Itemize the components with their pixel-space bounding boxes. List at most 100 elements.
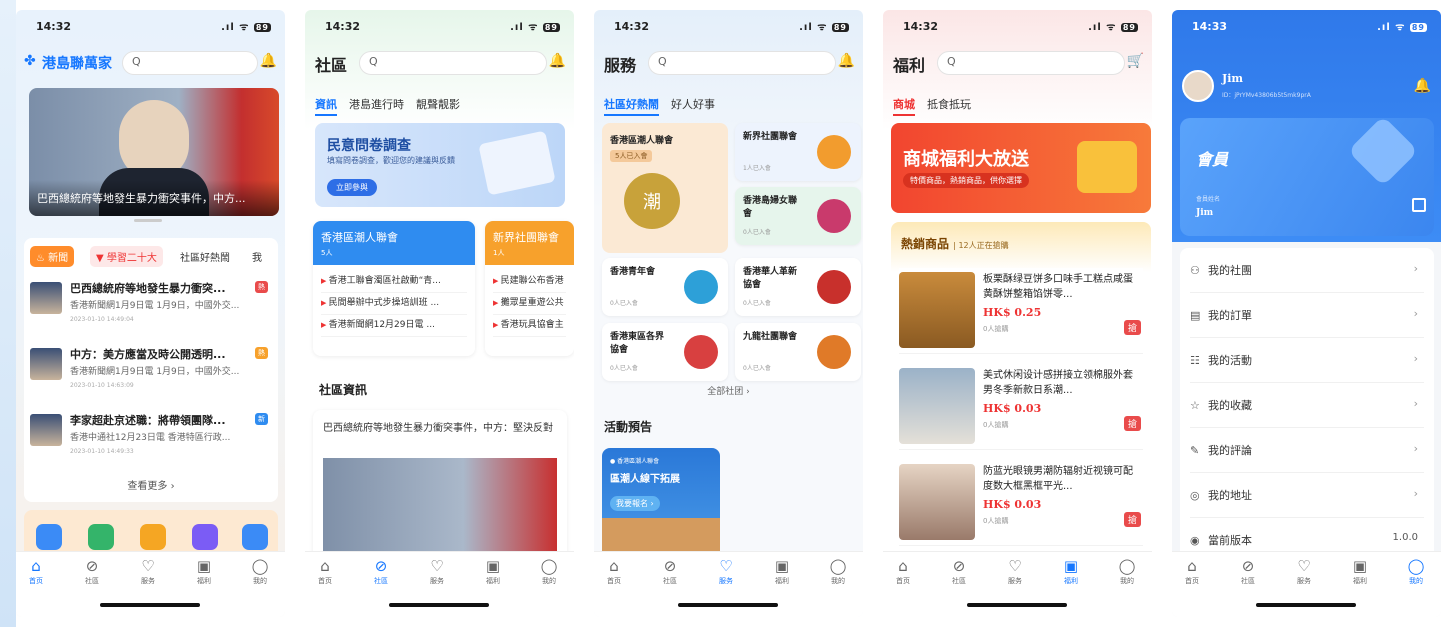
- product-item[interactable]: 板栗酥绿豆饼多口味手工糕点咸蛋黄酥饼整箱馅饼零... HK$ 0.25 0人搶購 搶: [899, 268, 1143, 354]
- tab-community[interactable]: 社區好熱鬧: [180, 249, 230, 264]
- nav-tab[interactable]: ⊘ 社區: [72, 558, 112, 586]
- club-news-item[interactable]: ▶ 香港新聞網12月29日電 ...: [321, 315, 467, 337]
- event-card[interactable]: ● 香港區潮人聯會 區潮人線下拓展 我要報名 ›: [602, 448, 720, 558]
- club-card-1[interactable]: 香港區潮人聯會 5人 ▶ 香港工聯會濁區社啟動“青... ▶ 民間舉辦中式步操培訓班…: [313, 221, 475, 356]
- nav-tab[interactable]: ♡ 服务: [995, 558, 1035, 586]
- news-item[interactable]: 中方：美方應當及時公開透明... 熱香港新聞網1月9日電 1月9日，中國外交...…: [30, 346, 274, 406]
- nav-tab[interactable]: ▣ 福利: [473, 558, 513, 586]
- tab-study[interactable]: ▼ 學習二十大: [90, 246, 163, 267]
- nav-tab[interactable]: ⌂ 首页: [594, 558, 634, 586]
- tab-island[interactable]: 港島進行時: [349, 98, 404, 111]
- tab-me[interactable]: 我: [252, 249, 262, 264]
- org-card[interactable]: 九龍社團聯會 0人已入會: [735, 323, 861, 381]
- nav-tab[interactable]: ⌂ 首页: [883, 558, 923, 586]
- nav-tab[interactable]: ◯ 我的: [240, 558, 280, 586]
- grab-button[interactable]: 搶: [1123, 416, 1141, 431]
- shortcut-icon-2[interactable]: [88, 524, 114, 550]
- nav-tab[interactable]: ◯ 我的: [818, 558, 858, 586]
- nav-tab[interactable]: ♡ 服务: [417, 558, 457, 586]
- product-item[interactable]: 防蓝光眼镜男潮防辐射近视镜可配度数大框黑框平光... HK$ 0.03 0人搶購 搶: [899, 460, 1143, 546]
- menu-item-label: 我的地址: [1208, 489, 1252, 502]
- tab-info[interactable]: 資訊: [315, 98, 337, 116]
- news-item[interactable]: 李家超赴京述職：將帶領團隊... 新香港中通社12月23日電 香港特區行政... 2…: [30, 412, 274, 472]
- see-more-link[interactable]: 查看更多 ›: [24, 477, 278, 492]
- menu-item[interactable]: ☷ 我的活動 ›: [1190, 338, 1424, 383]
- nav-tab[interactable]: ▣ 福利: [762, 558, 802, 586]
- nav-tab[interactable]: ▣ 福利: [1051, 558, 1091, 586]
- nav-tab-label: 福利: [197, 577, 211, 585]
- nav-tab[interactable]: ◯ 我的: [529, 558, 569, 586]
- nav-tab[interactable]: ⊘ 社區: [650, 558, 690, 586]
- survey-banner[interactable]: 民意問卷調查 填寫問卷調查，歡迎您的建議與反饋 立即參與: [315, 123, 565, 207]
- search-input[interactable]: Q: [359, 51, 547, 75]
- survey-button[interactable]: 立即參與: [327, 179, 377, 196]
- tab-good-deeds[interactable]: 好人好事: [671, 98, 715, 111]
- person-icon: ◯: [540, 557, 558, 575]
- event-signup-button[interactable]: 我要報名 ›: [610, 496, 660, 511]
- nav-tab[interactable]: ◯ 我的: [1396, 558, 1436, 586]
- qr-code-icon[interactable]: [1412, 198, 1426, 212]
- tab-media[interactable]: 靚聲靓影: [416, 98, 460, 111]
- shortcut-icon-4[interactable]: [192, 524, 218, 550]
- hot-count-text: 12人正在搶購: [958, 241, 1009, 250]
- nav-tab[interactable]: ⊘ 社區: [1228, 558, 1268, 586]
- tab-mall[interactable]: 商城: [893, 98, 915, 116]
- news-item[interactable]: 巴西總統府等地發生暴力衝突... 熱香港新聞網1月9日電 1月9日，中國外交...…: [30, 280, 274, 340]
- club-news-item[interactable]: ▶ 香港玩具協會主: [493, 315, 566, 337]
- bell-icon[interactable]: 🔔: [549, 53, 566, 69]
- menu-item[interactable]: ✎ 我的評論 ›: [1190, 428, 1424, 473]
- featured-org-logo-icon: 潮: [624, 173, 680, 229]
- nav-tab[interactable]: ▣ 福利: [184, 558, 224, 586]
- nav-tab[interactable]: ⌂ 首页: [16, 558, 56, 586]
- org-card[interactable]: 香港華人革新協會 0人已入會: [735, 258, 861, 316]
- org-card[interactable]: 香港島婦女聯會 0人已入會: [735, 187, 861, 245]
- shortcut-icon-3[interactable]: [140, 524, 166, 550]
- search-input[interactable]: Q: [122, 51, 258, 75]
- club-news-item[interactable]: ▶ 攤眾星重遊公共: [493, 293, 566, 315]
- nav-tab[interactable]: ♡ 服务: [128, 558, 168, 586]
- org-card[interactable]: 香港東區各界協會 0人已入會: [602, 323, 728, 381]
- bell-icon[interactable]: 🔔: [260, 53, 277, 69]
- tab-news[interactable]: ♨ 新聞: [30, 246, 75, 267]
- club-news-item[interactable]: ▶ 香港工聯會濁區社啟動“青...: [321, 271, 467, 293]
- search-input[interactable]: Q: [648, 51, 836, 75]
- bell-icon[interactable]: 🔔: [838, 53, 855, 69]
- nav-tab[interactable]: ⌂ 首页: [1172, 558, 1212, 586]
- club-news-item[interactable]: ▶ 民間舉辦中式步操培訓班 ...: [321, 293, 467, 315]
- grab-button[interactable]: 搶: [1123, 320, 1141, 335]
- nav-tab[interactable]: ▣ 福利: [1340, 558, 1380, 586]
- nav-tab[interactable]: ⊘ 社區: [361, 558, 401, 586]
- avatar[interactable]: [1182, 70, 1214, 102]
- promo-banner[interactable]: 商城福利大放送 特價商品，熱銷商品，供你選擇: [891, 123, 1151, 213]
- org-card[interactable]: 香港青年會 0人已入會: [602, 258, 728, 316]
- search-input[interactable]: Q: [937, 51, 1125, 75]
- club-card-2[interactable]: 新界社團聯會 1人 ▶ 民建聯公布香港 ▶ 攤眾星重遊公共 ▶ 香港玩具協會主: [485, 221, 574, 356]
- product-image: [899, 272, 975, 348]
- event-title: 區潮人線下拓展: [610, 474, 680, 485]
- grab-button[interactable]: 搶: [1123, 512, 1141, 527]
- tab-deals[interactable]: 抵食抵玩: [927, 98, 971, 111]
- all-orgs-link[interactable]: 全部社团 ›: [594, 384, 863, 397]
- shortcut-icon-5[interactable]: [242, 524, 268, 550]
- menu-item[interactable]: ☆ 我的收藏 ›: [1190, 383, 1424, 428]
- nav-tab[interactable]: ⌂ 首页: [305, 558, 345, 586]
- nav-tab[interactable]: ⊘ 社區: [939, 558, 979, 586]
- shortcut-icon-1[interactable]: [36, 524, 62, 550]
- menu-item[interactable]: ⚇ 我的社團 ›: [1190, 248, 1424, 293]
- menu-item[interactable]: ▤ 我的訂單 ›: [1190, 293, 1424, 338]
- news-snippet: 香港新聞網1月9日電 1月9日，中國外交...: [70, 367, 240, 377]
- nav-tab[interactable]: ◯ 我的: [1107, 558, 1147, 586]
- product-item[interactable]: 美式休闲设计感拼接立领棉服外套男冬季新款日系潮... HK$ 0.03 0人搶購 搶: [899, 364, 1143, 450]
- article-card[interactable]: 巴西總統府等地發生暴力衝突事件，中方：堅決反對: [313, 410, 567, 560]
- menu-item[interactable]: ◎ 我的地址 ›: [1190, 473, 1424, 518]
- club-news-item[interactable]: ▶ 民建聯公布香港: [493, 271, 566, 293]
- member-card[interactable]: 會員 會員姓名 Jim: [1180, 115, 1434, 236]
- tab-community-buzz[interactable]: 社區好熱鬧: [604, 98, 659, 116]
- org-card[interactable]: 新界社團聯會 1人已入會: [735, 123, 861, 181]
- banner-carousel[interactable]: 巴西總統府等地發生暴力衝突事件，中方...: [29, 88, 279, 216]
- nav-tab[interactable]: ♡ 服务: [706, 558, 746, 586]
- cart-icon[interactable]: 🛒: [1127, 53, 1144, 69]
- bell-icon[interactable]: 🔔: [1414, 78, 1431, 94]
- nav-tab[interactable]: ♡ 服务: [1284, 558, 1324, 586]
- featured-org-card[interactable]: 香港區潮人聯會 5人已入會 潮: [602, 123, 728, 253]
